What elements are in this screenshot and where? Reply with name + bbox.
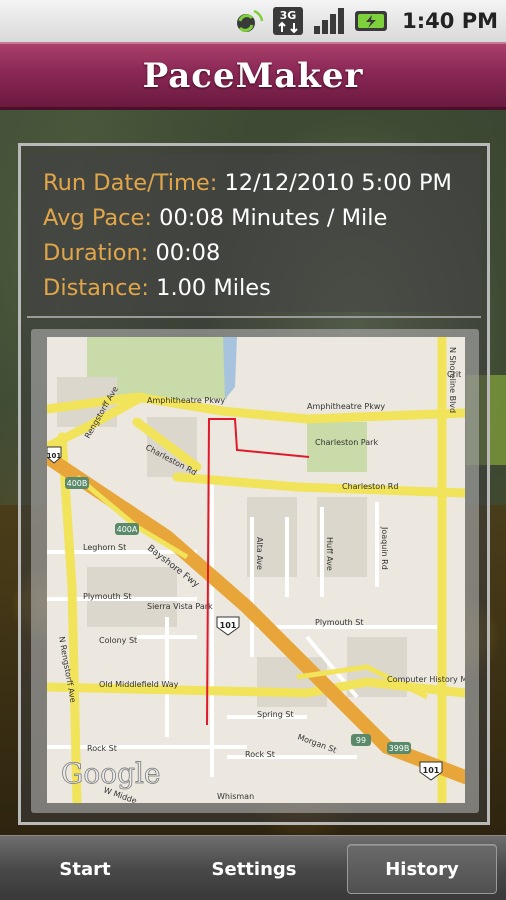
start-button[interactable]: Start [0, 844, 170, 894]
run-date-row: Run Date/Time: 12/12/2010 5:00 PM [43, 166, 481, 201]
divider [27, 316, 481, 318]
avg-pace-row: Avg Pace: 00:08 Minutes / Mile [43, 201, 481, 236]
map-label: Amphitheatre Pkwy [147, 396, 225, 405]
network-label: 3G [280, 9, 297, 22]
map-label: Amphitheatre Pkwy [307, 402, 385, 411]
history-button[interactable]: History [347, 844, 497, 894]
map-label: Plymouth St [83, 592, 132, 601]
duration-value: 00:08 [155, 240, 221, 266]
map-label: Charleston Park [315, 438, 378, 447]
run-info: Run Date/Time: 12/12/2010 5:00 PM Avg Pa… [27, 154, 481, 312]
map-label: Alta Ave [255, 537, 264, 570]
map-label: Joaquin Rd [380, 526, 389, 570]
sync-icon [234, 7, 264, 35]
title-bar: PaceMaker [0, 42, 506, 110]
duration-row: Duration: 00:08 [43, 236, 481, 271]
route-400a-label: 400A [117, 525, 138, 534]
map-canvas[interactable]: 400B 400A 101 399B 99 101 101 Amphitheat… [47, 337, 465, 803]
run-detail-panel: Run Date/Time: 12/12/2010 5:00 PM Avg Pa… [18, 143, 490, 825]
route-101-left-label: 101 [47, 452, 61, 460]
settings-button[interactable]: Settings [170, 844, 338, 894]
run-date-label: Run Date/Time: [43, 170, 218, 196]
signal-icon [312, 7, 346, 35]
map-label: Huff Ave [325, 537, 334, 571]
map-label: Old Middlefield Way [99, 680, 179, 689]
distance-value: 1.00 Miles [156, 275, 271, 301]
route-399b-label: 399B [389, 744, 410, 753]
duration-label: Duration: [43, 240, 149, 266]
map-label: Charleston Rd [342, 482, 398, 491]
map-label: N Shoreline Blvd [448, 347, 457, 413]
map-label: Rock St [245, 750, 275, 759]
status-bar: 3G 1:40 PM [0, 0, 506, 42]
map-label: Rock St [87, 744, 117, 753]
avg-pace-label: Avg Pace: [43, 205, 152, 231]
google-logo: Google [61, 757, 161, 790]
map-label: Leghorn St [83, 543, 126, 552]
map-label: Whisman [217, 792, 254, 801]
clock: 1:40 PM [402, 9, 498, 33]
network-3g-icon: 3G [272, 7, 304, 35]
map-frame: 400B 400A 101 399B 99 101 101 Amphitheat… [31, 329, 479, 813]
charleston-park-area [307, 422, 367, 472]
route-99-label: 99 [356, 736, 366, 745]
route-101-right-label: 101 [423, 766, 440, 775]
app-title: PaceMaker [142, 55, 364, 96]
route-map[interactable]: 400B 400A 101 399B 99 101 101 Amphitheat… [47, 337, 465, 803]
map-label: Spring St [257, 710, 294, 719]
route-101-mid-label: 101 [220, 621, 237, 630]
run-date-value: 12/12/2010 5:00 PM [224, 170, 452, 196]
distance-label: Distance: [43, 275, 149, 301]
avg-pace-value: 00:08 Minutes / Mile [159, 205, 388, 231]
map-label: Colony St [99, 636, 137, 645]
route-400b-label: 400B [67, 479, 88, 488]
map-label: Plymouth St [315, 618, 364, 627]
map-label: Crit [447, 370, 461, 379]
bottom-nav: Start Settings History [0, 835, 506, 900]
distance-row: Distance: 1.00 Miles [43, 271, 481, 306]
map-label: Computer History Museum [387, 675, 465, 684]
map-label: Sierra Vista Park [147, 602, 213, 611]
battery-charging-icon [354, 7, 390, 35]
